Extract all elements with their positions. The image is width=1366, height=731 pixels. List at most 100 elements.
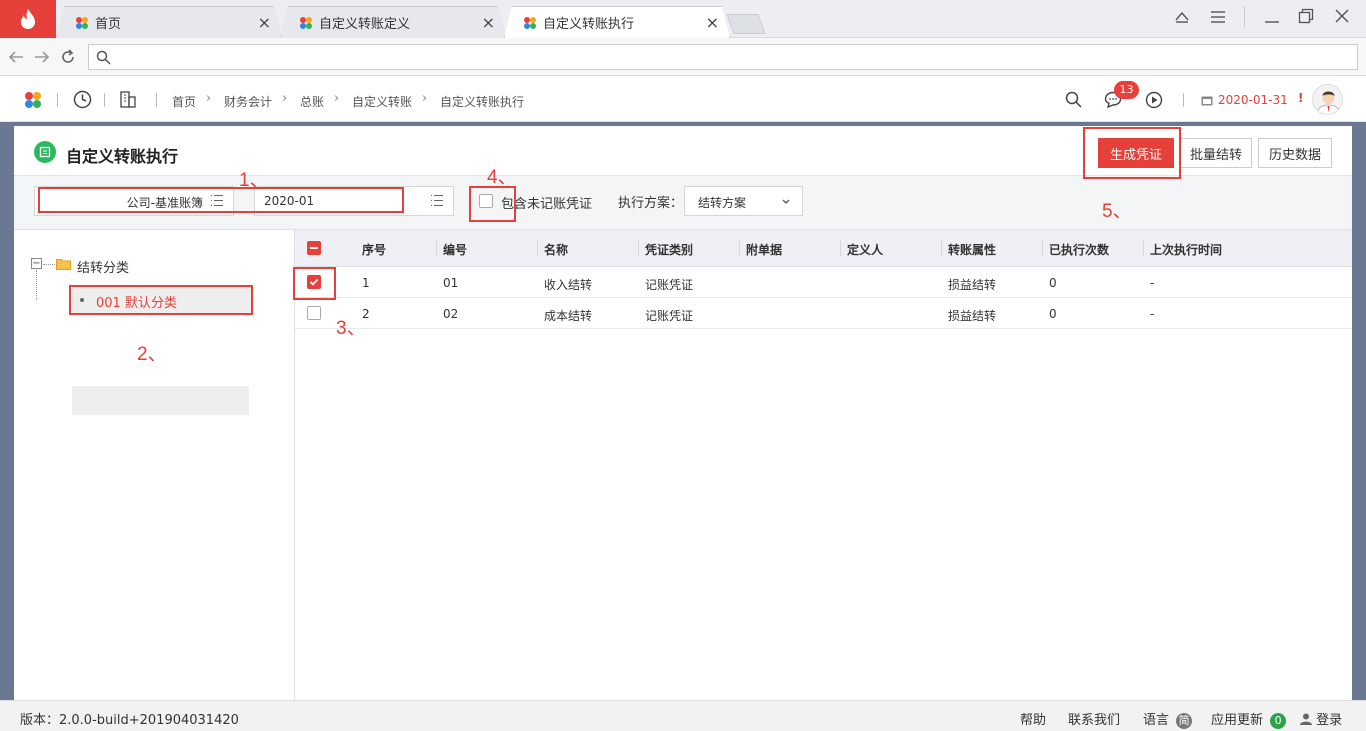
history-data-button[interactable]: 历史数据 (1258, 138, 1332, 168)
divider (57, 93, 58, 107)
forward-icon[interactable] (34, 50, 50, 64)
organization-icon[interactable] (120, 91, 136, 108)
annotation-box-row-check (293, 267, 336, 300)
column-header-voucher-type[interactable]: 凭证类别 (645, 241, 693, 258)
help-link[interactable]: 帮助 (1020, 709, 1046, 728)
column-header-definer[interactable]: 定义人 (847, 241, 883, 258)
language-badge: 简 (1176, 712, 1193, 729)
chevron-down-icon (782, 199, 790, 204)
tab-close-icon[interactable]: × (482, 13, 495, 32)
column-header-last-exec[interactable]: 上次执行时间 (1150, 241, 1222, 258)
column-header-attribute[interactable]: 转账属性 (948, 241, 996, 258)
play-icon[interactable] (1145, 91, 1163, 109)
cell-voucher-type: 记账凭证 (645, 309, 694, 323)
app-logo-icon[interactable] (24, 91, 42, 109)
url-input[interactable] (88, 44, 1358, 70)
page-icon (34, 141, 56, 163)
select-all-checkbox[interactable] (307, 241, 321, 255)
tab-transfer-definition[interactable]: 自定义转账定义 × (280, 6, 506, 38)
list-icon[interactable] (431, 195, 443, 206)
column-header-attachments[interactable]: 附单据 (746, 241, 782, 258)
version-text: 版本：2.0.0-build+201904031420 (20, 713, 239, 728)
column-divider (840, 239, 841, 257)
tab-close-icon[interactable]: × (258, 13, 271, 32)
collapse-toggle-icon[interactable]: − (31, 258, 42, 269)
browser-logo[interactable] (0, 0, 56, 38)
column-divider (436, 239, 437, 257)
column-divider (941, 239, 942, 257)
cell-attribute: 损益结转 (948, 309, 997, 323)
tree-node-selected-bg (72, 386, 249, 415)
refresh-icon[interactable] (60, 49, 76, 65)
divider (156, 93, 157, 107)
folder-icon (56, 259, 71, 270)
table-row[interactable]: 1 01 收入结转 记账凭证 损益结转 0 - (295, 267, 1352, 298)
flame-icon (21, 9, 35, 29)
cell-exec-count: 0 (1049, 276, 1057, 290)
minus-icon (310, 247, 318, 249)
cell-name: 收入结转 (544, 278, 593, 292)
contact-link[interactable]: 联系我们 (1068, 709, 1120, 728)
tree-connector (43, 264, 55, 265)
tab-home[interactable]: 首页 × (56, 6, 282, 38)
column-divider (638, 239, 639, 257)
column-header-exec-count[interactable]: 已执行次数 (1049, 241, 1109, 258)
history-clock-icon[interactable] (73, 90, 92, 109)
skin-icon[interactable] (1174, 10, 1190, 24)
batch-transfer-button[interactable]: 批量结转 (1180, 138, 1252, 168)
new-tab-button[interactable] (726, 14, 766, 34)
cell-name: 成本结转 (544, 309, 593, 323)
cell-last-exec: - (1150, 307, 1155, 321)
update-count-badge: 0 (1270, 712, 1287, 729)
tree-root-label[interactable]: 结转分类 (77, 257, 129, 276)
column-header-name[interactable]: 名称 (544, 241, 568, 258)
column-header-code[interactable]: 编号 (443, 241, 467, 258)
app-header: 首页 › 财务会计 › 总账 › 自定义转账 › 自定义转账执行 13 2020… (0, 76, 1366, 122)
login-date[interactable]: 2020-01-31 (1218, 93, 1288, 107)
language-link[interactable]: 语言 简 (1143, 709, 1193, 729)
tab-close-icon[interactable]: × (706, 13, 719, 32)
menu-icon[interactable] (1210, 10, 1226, 24)
annotation-box-filter (38, 187, 404, 213)
annotation-label-5: 5、 (1102, 201, 1132, 222)
app-logo-icon (299, 16, 313, 30)
breadcrumb-home[interactable]: 首页 (172, 93, 196, 110)
calendar-icon (1201, 96, 1213, 106)
breadcrumb-finance[interactable]: 财务会计 (224, 93, 272, 110)
login-link[interactable]: 登录 (1300, 709, 1342, 728)
search-icon[interactable] (1065, 91, 1082, 108)
cell-seq: 1 (362, 276, 370, 290)
maximize-icon[interactable] (1298, 8, 1314, 24)
back-icon[interactable] (8, 50, 24, 64)
document-icon (39, 146, 51, 158)
column-header-seq[interactable]: 序号 (362, 241, 386, 258)
app-logo-icon (523, 16, 537, 30)
annotation-label-2: 2、 (137, 344, 167, 365)
avatar[interactable] (1312, 84, 1343, 115)
annotation-label-4: 4、 (487, 167, 517, 188)
close-window-icon[interactable] (1334, 8, 1350, 24)
plan-value: 结转方案 (698, 196, 747, 210)
plan-select[interactable]: 结转方案 (684, 186, 803, 216)
user-avatar-icon (1316, 91, 1341, 114)
row-checkbox[interactable] (307, 306, 321, 320)
minimize-icon[interactable] (1264, 10, 1280, 24)
status-footer: 版本：2.0.0-build+201904031420 帮助 联系我们 语言 简… (0, 700, 1366, 731)
chevron-right-icon: › (206, 91, 212, 106)
column-divider (739, 239, 740, 257)
grid-header: 序号 编号 名称 凭证类别 附单据 定义人 转账属性 已执行次数 上次执行时间 (295, 230, 1352, 267)
address-bar (0, 38, 1366, 76)
table-row[interactable]: 2 02 成本结转 记账凭证 损益结转 0 - (295, 298, 1352, 329)
login-label: 登录 (1316, 713, 1343, 728)
cell-last-exec: - (1150, 276, 1155, 290)
divider (104, 93, 105, 107)
app-update-link[interactable]: 应用更新 0 (1211, 709, 1287, 729)
tab-transfer-execution[interactable]: 自定义转账执行 × (504, 6, 730, 38)
page-title: 自定义转账执行 (66, 147, 179, 166)
language-label: 语言 (1143, 713, 1170, 728)
annotation-label-1: 1、 (239, 170, 269, 191)
search-icon (96, 50, 111, 65)
breadcrumb-ledger[interactable]: 总账 (300, 93, 324, 110)
breadcrumb-custom-transfer[interactable]: 自定义转账 (352, 93, 412, 110)
tab-label: 自定义转账执行 (543, 17, 635, 32)
